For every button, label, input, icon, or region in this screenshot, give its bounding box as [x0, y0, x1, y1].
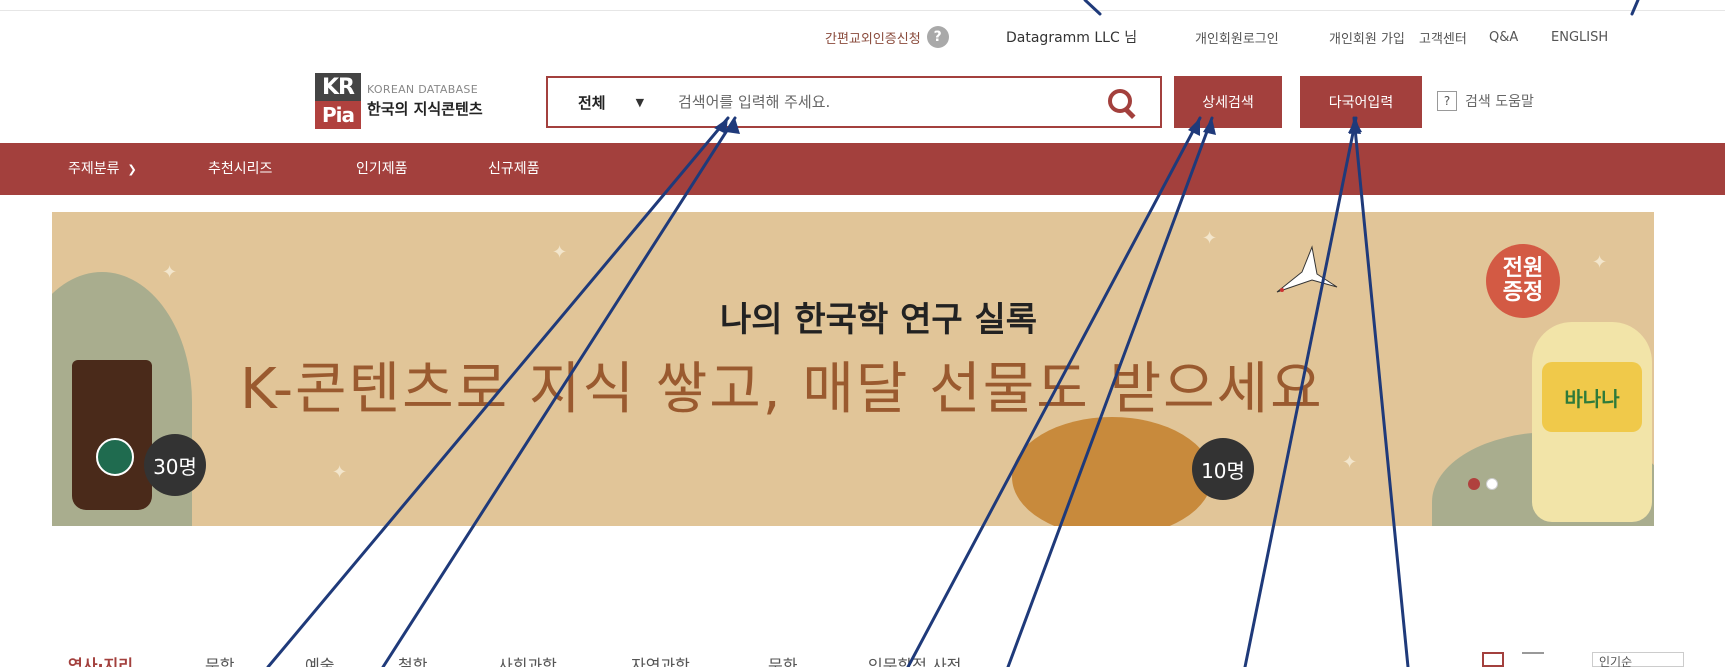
- nav-subject-category[interactable]: 주제분류 ❯: [68, 143, 137, 195]
- multilanguage-input-button[interactable]: 다국어입력: [1300, 76, 1422, 128]
- sparkle-icon: ✦: [1342, 452, 1358, 473]
- category-tab-humanities-dictionary[interactable]: 인문학적 사전: [868, 652, 961, 667]
- nav-popular-products[interactable]: 인기제품: [356, 143, 408, 195]
- top-border: [0, 0, 1725, 11]
- banana-milk-label: 바나나: [1542, 362, 1642, 432]
- nav-recommended-series[interactable]: 추천시리즈: [208, 143, 272, 195]
- main-nav: 주제분류 ❯ 추천시리즈 인기제품 신규제품: [0, 143, 1725, 195]
- logo-text-en: KOREAN DATABASE: [367, 83, 478, 96]
- logo-mark-bottom: Pia: [315, 101, 361, 129]
- crane-icon: [1276, 245, 1338, 293]
- carousel-dot-active[interactable]: [1468, 478, 1480, 490]
- category-tab-culture[interactable]: 문화: [768, 652, 797, 667]
- promo-banner[interactable]: ✦ ✦ ✦ ✦ ✦ ✦ 30명 나의 한국학 연구 실록 K-콘텐츠로 지식 쌓…: [52, 212, 1654, 526]
- category-tab-art[interactable]: 예술: [305, 652, 334, 667]
- chevron-down-icon: ▼: [635, 95, 645, 109]
- coffee-cup-image: [72, 360, 152, 510]
- english-link[interactable]: ENGLISH: [1551, 30, 1608, 45]
- banner-subtitle: 나의 한국학 연구 실록: [720, 300, 1038, 340]
- member-signup-link[interactable]: 개인회원 가입: [1329, 28, 1405, 47]
- carousel-dots: [1468, 478, 1498, 490]
- search-scope-select[interactable]: 전체 ▼: [548, 92, 678, 113]
- logo-text: KOREAN DATABASE 한국의 지식콘텐츠: [367, 83, 483, 119]
- winner-count-badge: 10명: [1192, 438, 1254, 500]
- grid-view-icon[interactable]: [1482, 652, 1504, 667]
- winner-count-badge: 30명: [144, 434, 206, 496]
- category-tab-natural-science[interactable]: 자연과학: [631, 652, 690, 667]
- gift-badge-line1: 전원: [1502, 256, 1544, 281]
- help-circle-icon[interactable]: ?: [926, 26, 949, 48]
- sort-select[interactable]: 인기순: [1592, 652, 1684, 667]
- gift-badge-line2: 증정: [1502, 280, 1544, 305]
- chevron-down-icon: ❯: [127, 163, 137, 176]
- qna-link[interactable]: Q&A: [1489, 30, 1518, 45]
- search-help-link[interactable]: ? 검색 도움말: [1437, 91, 1534, 111]
- sparkle-icon: ✦: [552, 242, 568, 263]
- category-tab-philosophy[interactable]: 철학: [398, 652, 427, 667]
- carousel-dot[interactable]: [1486, 478, 1498, 490]
- sparkle-icon: ✦: [1592, 252, 1608, 273]
- category-tabs: 역사·지리 문학 예술 철학 사회과학 자연과학 문화 인문학적 사전 인기순: [0, 652, 1725, 667]
- gift-badge: 전원 증정: [1486, 244, 1560, 318]
- member-login-link[interactable]: 개인회원로그인: [1195, 28, 1279, 47]
- site-logo[interactable]: KR Pia KOREAN DATABASE 한국의 지식콘텐츠: [315, 73, 483, 129]
- category-tab-literature[interactable]: 문학: [205, 652, 234, 667]
- search-bar: 전체 ▼: [546, 76, 1162, 128]
- logo-text-ko: 한국의 지식콘텐츠: [367, 100, 483, 118]
- certification-request-link[interactable]: 간편교외인증신청 ?: [825, 26, 949, 48]
- banana-milk-image: 바나나: [1532, 322, 1652, 522]
- nav-subject-category-label: 주제분류: [68, 161, 120, 177]
- search-icon[interactable]: [1106, 87, 1136, 120]
- sparkle-icon: ✦: [332, 462, 348, 483]
- category-tab-history[interactable]: 역사·지리: [68, 652, 133, 667]
- search-scope-value: 전체: [578, 93, 606, 112]
- krpia-logo-icon: KR Pia: [315, 73, 361, 129]
- advanced-search-button[interactable]: 상세검색: [1174, 76, 1282, 128]
- nav-new-products[interactable]: 신규제품: [488, 143, 540, 195]
- utility-bar: 간편교외인증신청 ? Datagramm LLC 님 개인회원로그인 개인회원 …: [0, 24, 1725, 50]
- logo-mark-top: KR: [315, 73, 361, 101]
- sparkle-icon: ✦: [1202, 228, 1218, 249]
- fried-chicken-image: [1012, 417, 1212, 526]
- banner-headline: K-콘텐츠로 지식 쌓고, 매달 선물도 받으세요: [240, 357, 1324, 422]
- category-tab-social-science[interactable]: 사회과학: [498, 652, 557, 667]
- question-box-icon: ?: [1437, 91, 1457, 111]
- list-view-icon[interactable]: [1522, 652, 1544, 667]
- sparkle-icon: ✦: [162, 262, 178, 283]
- user-name: Datagramm LLC 님: [1006, 30, 1138, 46]
- certification-request-label: 간편교외인증신청: [825, 31, 921, 47]
- search-input[interactable]: [678, 93, 1106, 111]
- customer-center-link[interactable]: 고객센터: [1419, 28, 1467, 47]
- search-help-label: 검색 도움말: [1465, 94, 1534, 110]
